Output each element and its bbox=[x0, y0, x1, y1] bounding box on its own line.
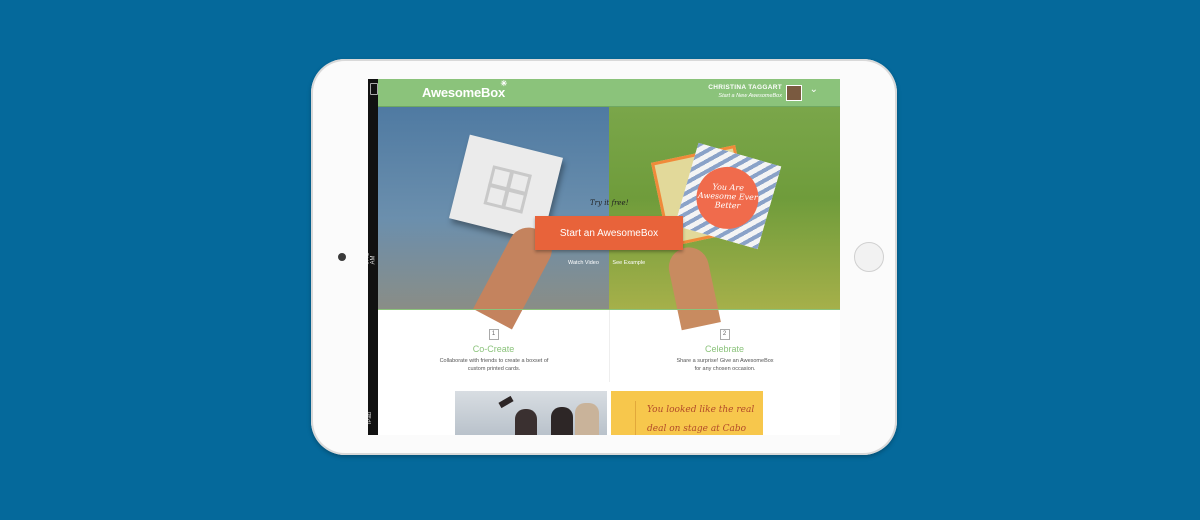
status-carrier: iPad bbox=[368, 411, 374, 425]
logo-spark-icon: ✳ bbox=[500, 79, 508, 88]
hero-links: Watch Video See Example bbox=[568, 260, 657, 266]
try-it-free-label: Try it free! bbox=[590, 199, 629, 207]
start-new-link[interactable]: Start a New AwesomeBox bbox=[708, 93, 782, 99]
home-button[interactable] bbox=[854, 242, 884, 272]
hero-banner: You Are Awesome Ever Better Try it free!… bbox=[378, 107, 840, 331]
chevron-down-icon[interactable]: ⌄ bbox=[810, 84, 818, 95]
device-screen: 9:41 AM iPad AwesomeBox ✳ CHRISTINA TAGG… bbox=[368, 79, 840, 435]
handwritten-card: You looked like the real deal on stage a… bbox=[611, 391, 763, 435]
feature-description: Collaborate with friends to create a box… bbox=[439, 358, 549, 372]
note-line-1: You looked like the real bbox=[647, 405, 755, 415]
see-example-link[interactable]: See Example bbox=[612, 260, 645, 266]
status-time: 9:41 AM bbox=[368, 252, 377, 265]
logo-text: AwesomeBox bbox=[422, 85, 506, 100]
feature-co-create: 1 Co-Create Collaborate with friends to … bbox=[378, 322, 609, 373]
person-figure bbox=[515, 409, 537, 435]
ipad-device: 9:41 AM iPad AwesomeBox ✳ CHRISTINA TAGG… bbox=[311, 59, 897, 455]
note-line-2: deal on stage at Cabo bbox=[647, 424, 747, 434]
box-logo-icon bbox=[483, 165, 532, 214]
note-margin-line bbox=[635, 401, 636, 435]
app-viewport: AwesomeBox ✳ CHRISTINA TAGGART Start a N… bbox=[378, 79, 840, 435]
avatar[interactable] bbox=[786, 85, 802, 101]
hero-photo-left bbox=[378, 107, 609, 330]
hand-image bbox=[665, 243, 721, 331]
hero-photo-right: You Are Awesome Ever Better bbox=[609, 107, 840, 331]
user-name: CHRISTINA TAGGART bbox=[708, 84, 782, 91]
person-figure bbox=[575, 403, 599, 435]
card-text: You Are Awesome Ever Better bbox=[697, 182, 758, 211]
user-menu[interactable]: CHRISTINA TAGGART Start a New AwesomeBox bbox=[708, 84, 782, 99]
feature-title: Co-Create bbox=[472, 344, 515, 354]
step-number: 2 bbox=[719, 329, 730, 340]
person-figure bbox=[551, 407, 573, 435]
feature-celebrate: 2 Celebrate Share a surprise! Give an Aw… bbox=[609, 322, 840, 373]
camera-icon bbox=[338, 253, 346, 261]
feature-description: Share a surprise! Give an AwesomeBox for… bbox=[676, 358, 774, 372]
watch-video-link[interactable]: Watch Video bbox=[568, 260, 599, 266]
logo[interactable]: AwesomeBox ✳ bbox=[422, 79, 507, 100]
raised-hand bbox=[498, 395, 514, 409]
start-awesomebox-button[interactable]: Start an AwesomeBox bbox=[535, 216, 683, 250]
step-number: 1 bbox=[488, 329, 499, 340]
battery-icon bbox=[370, 83, 378, 95]
band-photo bbox=[455, 391, 607, 435]
feature-title: Celebrate bbox=[704, 344, 745, 354]
top-nav: AwesomeBox ✳ CHRISTINA TAGGART Start a N… bbox=[378, 79, 840, 107]
status-bar: 9:41 AM iPad bbox=[368, 79, 378, 435]
